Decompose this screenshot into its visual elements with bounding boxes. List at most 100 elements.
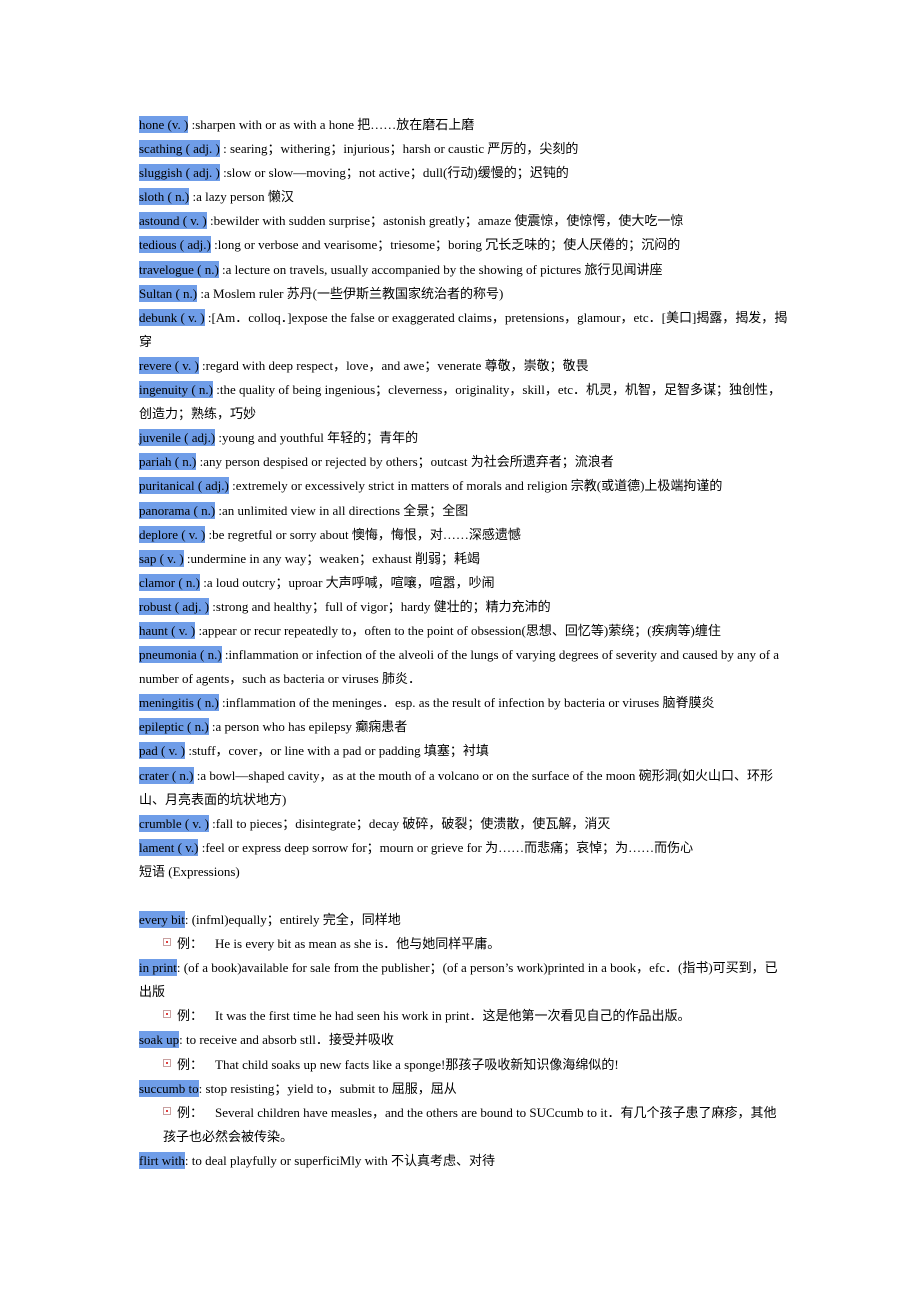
expression-term[interactable]: every bit	[139, 911, 185, 928]
vocab-entry: pneumonia ( n.) :inflammation or infecti…	[139, 643, 789, 691]
vocab-entry: panorama ( n.) :an unlimited view in all…	[139, 499, 789, 523]
vocab-term[interactable]: panorama ( n.)	[139, 501, 216, 519]
vocab-definition: : searing；withering；injurious；harsh or c…	[219, 141, 579, 157]
vocab-entry: haunt ( v. ) :appear or recur repeatedly…	[139, 619, 789, 643]
vocab-term[interactable]: pariah ( n.)	[139, 453, 197, 471]
vocabulary-list: hone (v. ) :sharpen with or as with a ho…	[139, 113, 789, 860]
vocab-entry: deplore ( v. ) :be regretful or sorry ab…	[139, 523, 789, 547]
expressions-list: every bit: (infml)equally；entirely 完全，同样…	[139, 908, 789, 1173]
vocab-definition: :the quality of being ingenious；cleverne…	[139, 382, 781, 422]
vocab-definition: :sharpen with or as with a hone 把……放在磨石上…	[188, 117, 475, 132]
vocab-definition: :slow or slow—moving；not active；dull(行动)…	[219, 165, 569, 181]
expression-definition: : to receive and absorb stll．接受并吸收	[179, 1032, 394, 1048]
vocab-entry: pariah ( n.) :any person despised or rej…	[139, 450, 789, 474]
vocab-term[interactable]: clamor ( n.)	[139, 573, 201, 591]
vocab-term[interactable]: sluggish ( adj. )	[139, 164, 220, 182]
vocab-term[interactable]: meningitis ( n.)	[139, 694, 219, 712]
example-text: He is every bit as mean as she is．他与她同样平…	[215, 936, 501, 952]
vocab-term[interactable]: tedious ( adj.)	[139, 236, 211, 254]
vocab-entry: tedious ( adj.) :long or verbose and vea…	[139, 233, 789, 257]
bullet-box-icon	[163, 1058, 171, 1067]
expression-term[interactable]: succumb to	[139, 1079, 199, 1097]
expression-term[interactable]: soak up	[139, 1031, 180, 1049]
vocab-term[interactable]: scathing ( adj. )	[139, 140, 220, 158]
vocab-term[interactable]: deplore ( v. )	[139, 525, 206, 543]
example-label: 例：	[177, 1008, 204, 1024]
vocab-entry: astound ( v. ) :bewilder with sudden sur…	[139, 209, 789, 233]
vocab-definition: :be regretful or sorry about 懊悔，悔恨，对……深感…	[205, 526, 521, 542]
vocab-term[interactable]: lament ( v.)	[139, 838, 199, 856]
expression-definition: : (infml)equally；entirely 完全，同样地	[184, 912, 401, 927]
vocab-entry: puritanical ( adj.) :extremely or excess…	[139, 474, 789, 498]
vocab-term[interactable]: crater ( n.)	[139, 766, 194, 784]
vocab-term[interactable]: revere ( v. )	[139, 356, 199, 374]
vocab-entry: meningitis ( n.) :inflammation of the me…	[139, 691, 789, 715]
vocab-definition: :[Am．colloq．]expose the false or exagger…	[139, 309, 788, 349]
example-text: That child soaks up new facts like a spo…	[215, 1056, 619, 1072]
vocab-definition: :a person who has epilepsy 癫痫患者	[208, 719, 408, 735]
vocab-term[interactable]: astound ( v. )	[139, 212, 207, 230]
vocab-entry: sloth ( n.) :a lazy person 懒汉	[139, 185, 789, 209]
example-label: 例：	[177, 1056, 204, 1072]
vocab-term[interactable]: juvenile ( adj.)	[139, 429, 216, 447]
vocab-entry: revere ( v. ) :regard with deep respect，…	[139, 354, 789, 378]
expression-entry: soak up: to receive and absorb stll．接受并吸…	[139, 1028, 789, 1052]
vocab-term[interactable]: hone (v. )	[139, 116, 189, 133]
vocab-term[interactable]: sap ( v. )	[139, 549, 184, 567]
document-page: hone (v. ) :sharpen with or as with a ho…	[139, 113, 789, 1173]
vocab-definition: :appear or recur repeatedly to，often to …	[195, 622, 721, 638]
expression-term[interactable]: in print	[139, 959, 177, 977]
vocab-entry: travelogue ( n.) :a lecture on travels, …	[139, 258, 789, 282]
vocab-entry: crumble ( v. ) :fall to pieces；disintegr…	[139, 812, 789, 836]
bullet-box-icon	[163, 1106, 171, 1115]
vocab-entry: sluggish ( adj. ) :slow or slow—moving；n…	[139, 161, 789, 185]
vocab-entry: epileptic ( n.) :a person who has epilep…	[139, 715, 789, 739]
vocab-entry: pad ( v. ) :stuff，cover，or line with a p…	[139, 739, 789, 763]
vocab-definition: :stuff，cover，or line with a pad or paddi…	[185, 743, 489, 759]
vocab-definition: :an unlimited view in all directions 全景；…	[215, 502, 469, 518]
vocab-term[interactable]: epileptic ( n.)	[139, 718, 209, 736]
vocab-term[interactable]: pad ( v. )	[139, 742, 186, 760]
vocab-definition: :fall to pieces；disintegrate；decay 破碎，破裂…	[208, 815, 611, 831]
vocab-definition: :a bowl—shaped cavity，as at the mouth of…	[139, 767, 773, 807]
vocab-definition: :any person despised or rejected by othe…	[196, 454, 614, 470]
vocab-term[interactable]: ingenuity ( n.)	[139, 381, 214, 399]
bullet-box-icon	[163, 1010, 171, 1019]
vocab-entry: robust ( adj. ) :strong and healthy；full…	[139, 595, 789, 619]
example-sentence: 例： It was the first time he had seen his …	[139, 1004, 789, 1028]
example-sentence: 例： That child soaks up new facts like a s…	[139, 1053, 789, 1077]
expression-definition: : stop resisting；yield to，submit to 屈服，屈…	[198, 1080, 457, 1096]
vocab-definition: :feel or express deep sorrow for；mourn o…	[198, 839, 694, 855]
example-text: Several children have measles，and the ot…	[163, 1104, 777, 1144]
expression-entry: flirt with: to deal playfully or superfi…	[139, 1149, 789, 1173]
vocab-term[interactable]: pneumonia ( n.)	[139, 646, 222, 664]
vocab-term[interactable]: sloth ( n.)	[139, 188, 190, 206]
vocab-definition: :strong and healthy；full of vigor；hardy …	[209, 598, 551, 614]
vocab-term[interactable]: puritanical ( adj.)	[139, 477, 229, 495]
vocab-entry: Sultan ( n.) :a Moslem ruler 苏丹(一些伊斯兰教国家…	[139, 282, 789, 306]
example-text: It was the first time he had seen his wo…	[215, 1008, 691, 1024]
example-sentence: 例： He is every bit as mean as she is．他与她同…	[139, 932, 789, 956]
vocab-definition: :a lecture on travels, usually accompani…	[218, 261, 663, 277]
expression-term[interactable]: flirt with	[139, 1151, 185, 1169]
expression-entry: in print: (of a book)available for sale …	[139, 956, 789, 1004]
vocab-definition: :regard with deep respect，love，and awe；v…	[198, 357, 589, 373]
vocab-term[interactable]: travelogue ( n.)	[139, 260, 219, 278]
expression-entry: every bit: (infml)equally；entirely 完全，同样…	[139, 908, 789, 932]
vocab-term[interactable]: crumble ( v. )	[139, 814, 209, 832]
vocab-definition: :a Moslem ruler 苏丹(一些伊斯兰教国家统治者的称号)	[197, 285, 504, 301]
vocab-term[interactable]: haunt ( v. )	[139, 621, 196, 639]
vocab-definition: :a loud outcry；uproar 大声呼喊，喧嚷，喧嚣，吵闹	[200, 574, 495, 590]
vocab-entry: ingenuity ( n.) :the quality of being in…	[139, 378, 789, 426]
vocab-term[interactable]: robust ( adj. )	[139, 597, 210, 615]
vocab-definition: :young and youthful 年轻的；青年的	[215, 430, 419, 446]
example-label: 例：	[177, 1104, 204, 1120]
expression-definition: : to deal playfully or superficiMly with…	[184, 1152, 496, 1168]
vocab-definition: :undermine in any way；weaken；exhaust 削弱；…	[183, 550, 481, 566]
vocab-entry: scathing ( adj. ) : searing；withering；in…	[139, 137, 789, 161]
expression-entry: succumb to: stop resisting；yield to，subm…	[139, 1077, 789, 1101]
vocab-term[interactable]: debunk ( v. )	[139, 308, 205, 326]
vocab-definition: :bewilder with sudden surprise；astonish …	[206, 213, 684, 229]
vocab-term[interactable]: Sultan ( n.)	[139, 284, 198, 302]
